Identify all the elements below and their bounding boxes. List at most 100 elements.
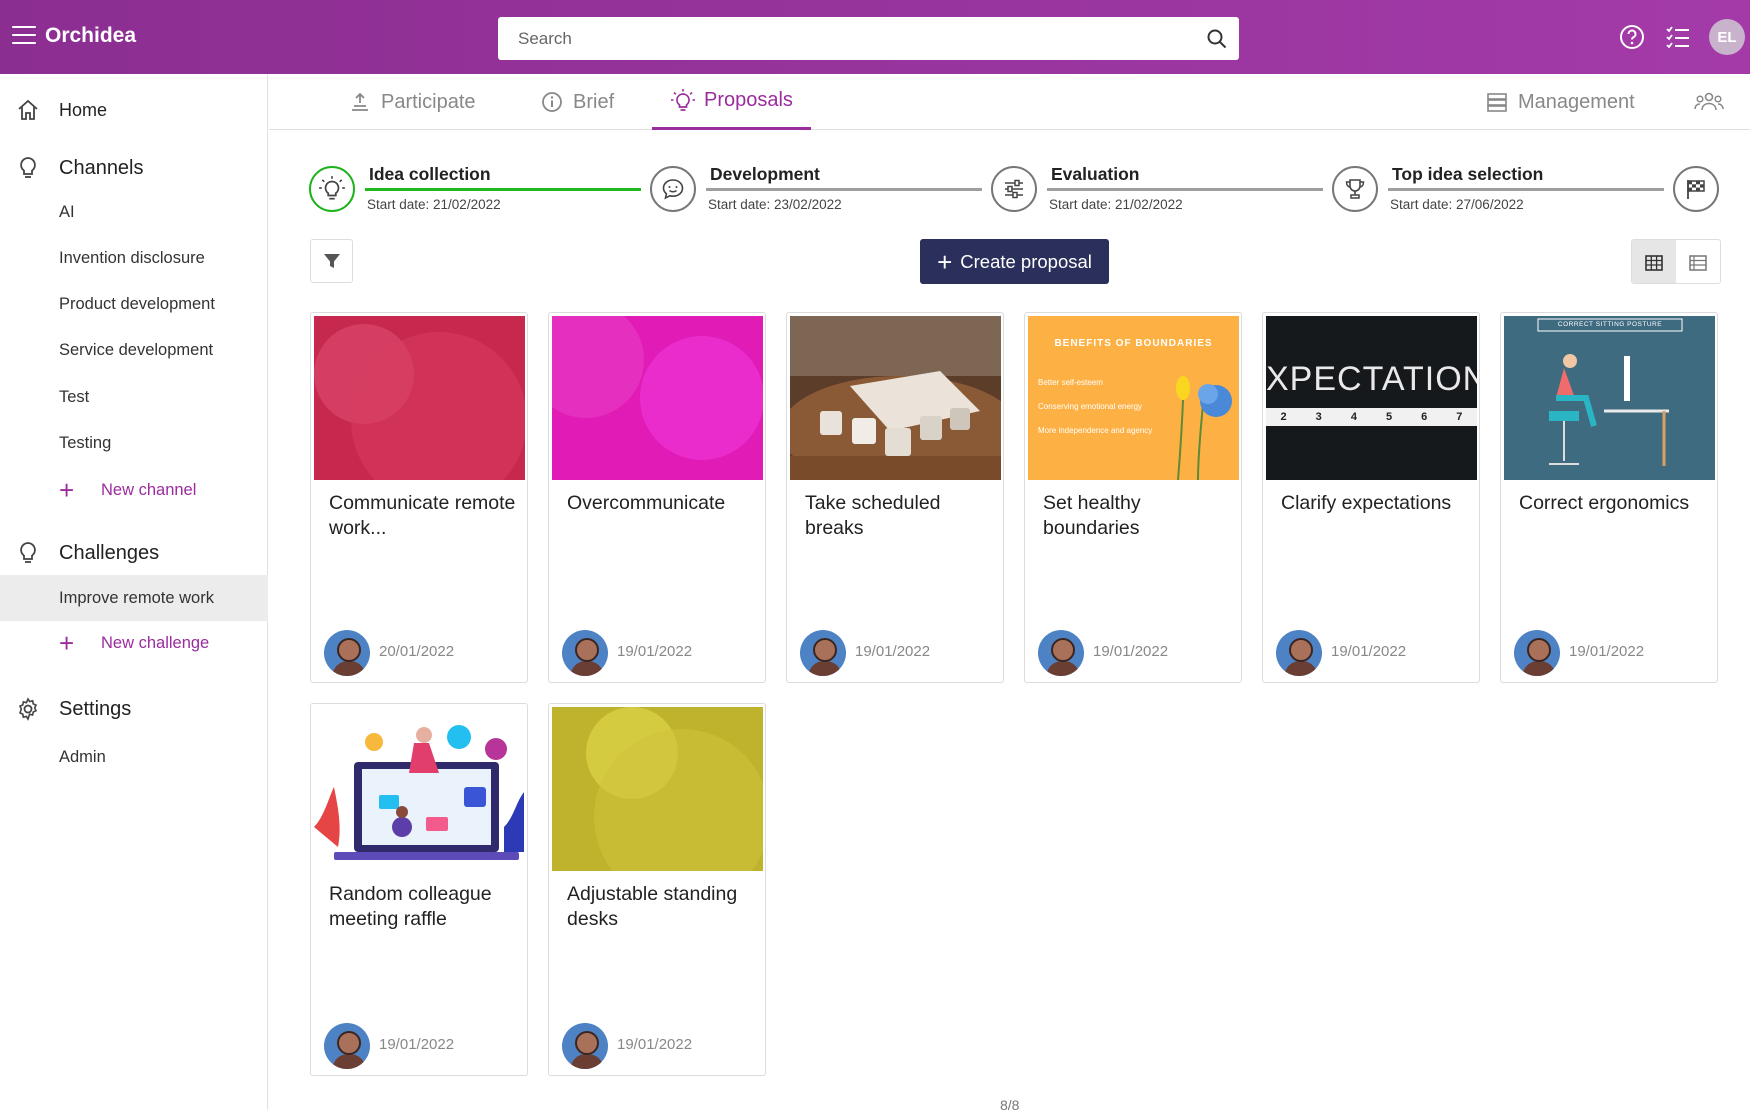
sidebar-item-label: Invention disclosure	[59, 248, 205, 267]
olive-bubbles-thumbnail	[552, 707, 763, 871]
author-avatar[interactable]	[1038, 630, 1084, 676]
create-proposal-button[interactable]: + Create proposal	[920, 239, 1109, 284]
measuring-tape: 2 3 4 5 6 7	[1266, 408, 1477, 426]
thumbnail-heading: CORRECT SITTING POSTURE	[1557, 321, 1663, 328]
filter-icon	[323, 254, 340, 268]
sidebar-item-channel[interactable]: Testing	[0, 425, 268, 461]
proposal-title: Adjustable standing desks	[567, 883, 738, 930]
search-icon[interactable]	[1195, 17, 1239, 60]
sidebar-item-home[interactable]: Home	[0, 90, 268, 130]
list-view-button[interactable]	[1676, 240, 1720, 283]
lightbulb-icon	[670, 88, 696, 114]
proposal-date: 19/01/2022	[1093, 643, 1169, 660]
sidebar-item-improve-remote-work[interactable]: Improve remote work	[0, 575, 268, 621]
hamburger-menu-icon[interactable]	[12, 26, 36, 46]
proposal-date: 19/01/2022	[617, 1036, 693, 1053]
sidebar-section-challenges[interactable]: Challenges	[0, 533, 268, 573]
sidebar-item-channel[interactable]: Invention disclosure	[0, 240, 268, 276]
phase-title: Evaluation	[1051, 164, 1140, 184]
development-phase-icon[interactable]	[650, 166, 696, 212]
phase-title: Top idea selection	[1392, 164, 1544, 184]
new-channel-label: New channel	[101, 480, 197, 499]
tab-proposals[interactable]: Proposals	[652, 74, 811, 130]
sidebar-item-channel[interactable]: Product development	[0, 286, 268, 322]
proposal-card[interactable]: Overcommunicate 19/01/2022	[548, 312, 766, 683]
new-channel-button[interactable]: + New channel	[0, 472, 268, 508]
proposal-title: Take scheduled breaks	[805, 492, 941, 539]
author-avatar[interactable]	[562, 630, 608, 676]
benefits-of-boundaries-thumbnail: BENEFITS OF BOUNDARIES Better self-estee…	[1028, 316, 1239, 480]
trophy-icon[interactable]	[1332, 166, 1378, 212]
proposal-card[interactable]: Random colleague meeting raffle 19/01/20…	[310, 703, 528, 1076]
proposal-date: 19/01/2022	[1569, 643, 1645, 660]
proposal-card[interactable]: CORRECT SITTING POSTURE Correct ergonomi…	[1500, 312, 1718, 683]
phase-start-date: Start date: 21/02/2022	[1049, 197, 1183, 212]
sidebar-section-label: Challenges	[59, 541, 160, 564]
sidebar-item-channel[interactable]: Test	[0, 379, 268, 415]
plus-icon: +	[59, 475, 75, 505]
author-avatar[interactable]	[1276, 630, 1322, 676]
proposal-title: Random colleague meeting raffle	[329, 883, 492, 930]
proposal-card[interactable]: BENEFITS OF BOUNDARIES Better self-estee…	[1024, 312, 1242, 683]
tape-number: 3	[1315, 411, 1322, 423]
author-avatar[interactable]	[324, 1023, 370, 1069]
author-avatar[interactable]	[800, 630, 846, 676]
create-proposal-label: Create proposal	[960, 250, 1092, 272]
author-avatar[interactable]	[562, 1023, 608, 1069]
grid-view-button[interactable]	[1632, 240, 1676, 283]
sidebar-section-settings[interactable]: Settings	[0, 689, 268, 729]
author-avatar[interactable]	[324, 630, 370, 676]
user-avatar[interactable]: EL	[1709, 19, 1745, 55]
sidebar-section-channels[interactable]: Channels	[0, 148, 268, 188]
proposal-title: Communicate remote work...	[329, 492, 516, 539]
proposal-card[interactable]: Adjustable standing desks 19/01/2022	[548, 703, 766, 1076]
new-challenge-label: New challenge	[101, 633, 210, 652]
proposal-card[interactable]: Take scheduled breaks 19/01/2022	[786, 312, 1004, 683]
management-icon	[1484, 89, 1510, 115]
author-avatar[interactable]	[1514, 630, 1560, 676]
list-view-icon	[1689, 254, 1707, 271]
help-icon[interactable]	[1619, 24, 1645, 50]
expectation-tape-thumbnail: XPECTATION 2 3 4 5 6 7	[1266, 316, 1477, 480]
tape-number: 4	[1350, 411, 1357, 423]
proposal-date: 19/01/2022	[1331, 643, 1407, 660]
tab-brief[interactable]: Brief	[539, 74, 614, 130]
top-actions: EL	[1599, 0, 1750, 74]
gear-icon	[16, 697, 40, 721]
thumbnail-text: More independence and agency	[1038, 426, 1153, 435]
proposal-card[interactable]: Communicate remote work... 20/01/2022	[310, 312, 528, 683]
phase-start-date: Start date: 21/02/2022	[367, 197, 501, 212]
top-bar: Orchidea EL	[0, 0, 1750, 74]
tab-management[interactable]: Management	[1484, 74, 1635, 130]
red-bubbles-thumbnail	[314, 316, 525, 480]
proposal-title: Correct ergonomics	[1519, 492, 1690, 514]
app-brand[interactable]: Orchidea	[45, 24, 136, 48]
sidebar-item-label: Admin	[59, 747, 106, 766]
task-list-icon[interactable]	[1665, 24, 1691, 50]
phase-progress-line	[365, 188, 641, 191]
phase-start-date: Start date: 23/02/2022	[708, 197, 842, 212]
challenge-tabs: Participate Brief Proposals Management	[269, 74, 1750, 130]
pagination-count: 8/8	[1000, 1097, 1020, 1113]
search-input[interactable]	[498, 17, 1195, 60]
tab-team[interactable]	[1694, 74, 1732, 130]
phase-progress-line	[1388, 188, 1664, 191]
correct-sitting-posture-thumbnail: CORRECT SITTING POSTURE	[1504, 316, 1715, 480]
sidebar: Home Channels AI Invention disclosure Pr…	[0, 74, 268, 1110]
sidebar-item-admin[interactable]: Admin	[0, 739, 268, 775]
finish-flag-icon[interactable]	[1673, 166, 1719, 212]
phase-start-date: Start date: 27/06/2022	[1390, 197, 1524, 212]
proposal-card[interactable]: XPECTATION 2 3 4 5 6 7 Clarify expectati…	[1262, 312, 1480, 683]
idea-collection-phase-icon[interactable]	[309, 166, 355, 212]
home-icon	[16, 98, 40, 122]
colleagues-laptop-thumbnail	[314, 707, 525, 871]
tape-number: 7	[1456, 411, 1463, 423]
evaluation-phase-icon[interactable]	[991, 166, 1037, 212]
filter-button[interactable]	[310, 239, 353, 283]
grid-view-icon	[1645, 254, 1663, 271]
sidebar-item-channel[interactable]: Service development	[0, 332, 268, 368]
tab-label: Participate	[381, 90, 476, 113]
new-challenge-button[interactable]: + New challenge	[0, 625, 268, 661]
tab-participate[interactable]: Participate	[347, 74, 476, 130]
sidebar-item-channel[interactable]: AI	[0, 194, 268, 230]
